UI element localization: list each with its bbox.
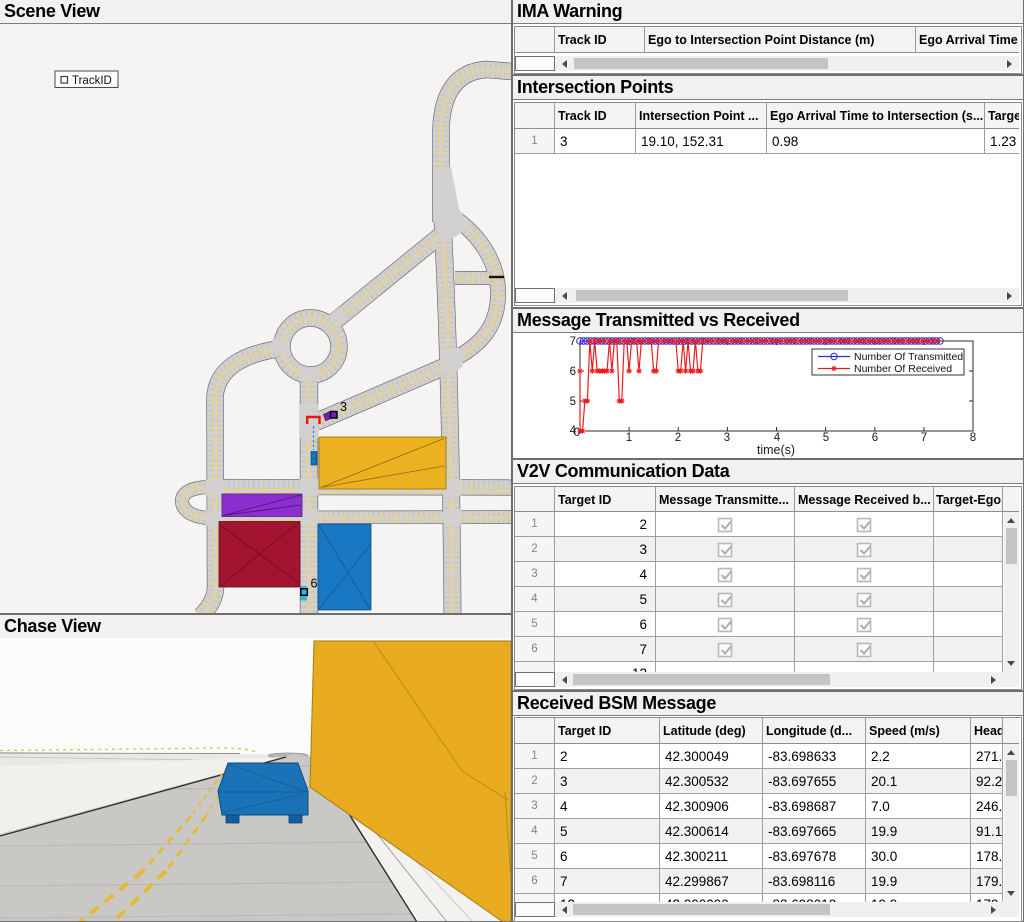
svg-text:7: 7 — [921, 432, 927, 444]
svg-text:7: 7 — [570, 336, 576, 348]
svg-text:2: 2 — [675, 432, 681, 444]
svg-text:1: 1 — [626, 432, 632, 444]
svg-text:time(s): time(s) — [757, 443, 795, 457]
svg-text:5: 5 — [823, 432, 829, 444]
svg-text:6: 6 — [872, 432, 878, 444]
svg-text:TrackID: TrackID — [72, 75, 112, 87]
svg-text:4: 4 — [570, 425, 577, 437]
svg-text:8: 8 — [970, 432, 976, 444]
svg-text:5: 5 — [570, 396, 576, 408]
svg-text:Number Of Received: Number Of Received — [854, 363, 952, 375]
svg-text:6: 6 — [311, 577, 318, 591]
svg-text:6: 6 — [570, 366, 576, 378]
svg-text:Number Of Transmitted: Number Of Transmitted — [854, 351, 963, 363]
svg-text:3: 3 — [340, 400, 347, 414]
svg-text:3: 3 — [724, 432, 730, 444]
